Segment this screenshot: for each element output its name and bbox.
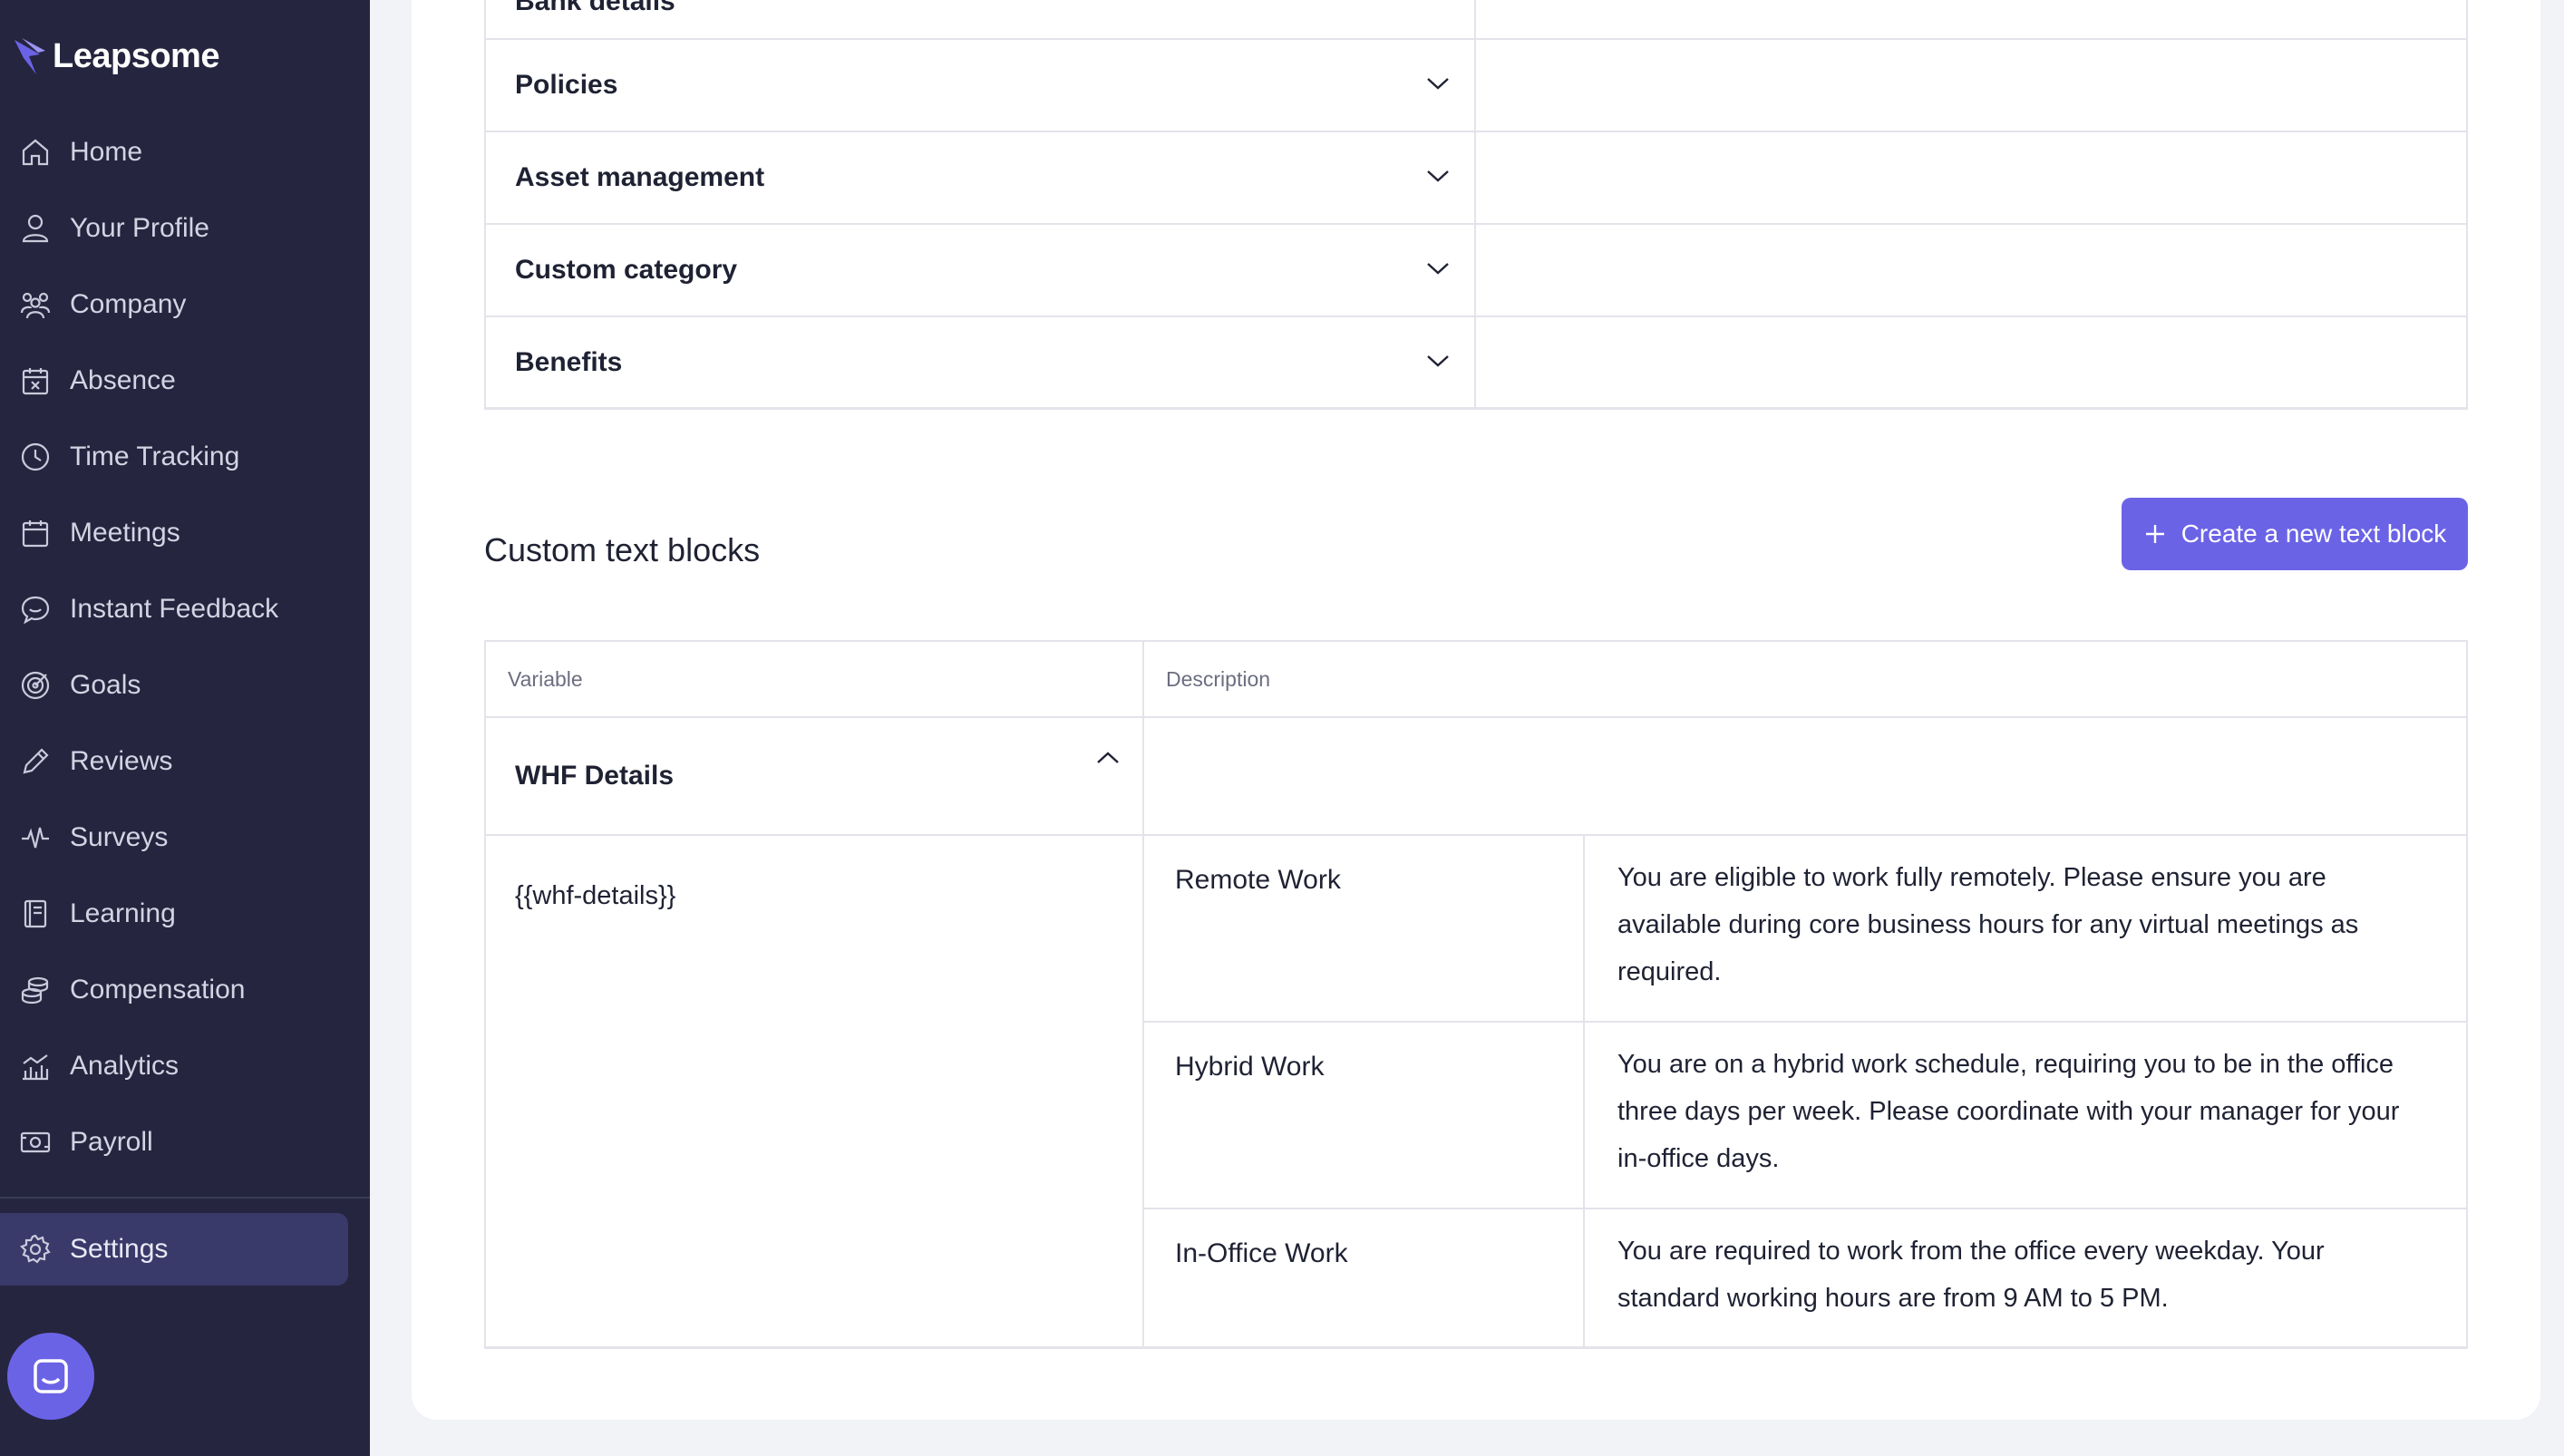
home-icon — [22, 139, 49, 166]
pulse-icon — [22, 827, 49, 849]
table-divider — [1583, 834, 1585, 1349]
sidebar-item-goals[interactable]: Goals — [0, 649, 348, 722]
book-icon — [24, 899, 47, 928]
table-divider — [486, 716, 2466, 718]
category-row-bank-details[interactable]: Bank details — [486, 0, 2466, 40]
option-description-hybrid-work: You are on a hybrid work schedule, requi… — [1617, 1050, 2400, 1173]
sidebar-divider — [0, 1197, 370, 1199]
table-divider — [486, 834, 2466, 836]
text-blocks-table: Variable Description WHF Details {{whf-d… — [484, 640, 2468, 1349]
sidebar-item-home[interactable]: Home — [0, 116, 348, 189]
clock-icon — [21, 442, 50, 471]
create-text-block-label: Create a new text block — [2180, 519, 2447, 548]
sidebar-item-your-profile[interactable]: Your Profile — [0, 192, 348, 265]
chevron-down-icon[interactable] — [1425, 352, 1451, 370]
category-row-benefits[interactable]: Benefits — [486, 315, 2466, 408]
table-divider — [1142, 642, 1144, 1349]
sidebar-item-absence[interactable]: Absence — [0, 345, 348, 417]
chevron-down-icon[interactable] — [1425, 74, 1451, 92]
chat-icon — [34, 1359, 68, 1393]
sidebar-item-analytics[interactable]: Analytics — [0, 1030, 348, 1102]
text-block-variable: {{whf-details}} — [515, 881, 676, 910]
option-name-in-office-work: In-Office Work — [1175, 1238, 1348, 1268]
sidebar-item-meetings[interactable]: Meetings — [0, 497, 348, 569]
category-row-asset-management[interactable]: Asset management — [486, 131, 2466, 223]
chevron-down-icon[interactable] — [1425, 167, 1451, 185]
sidebar-item-company[interactable]: Company — [0, 268, 348, 341]
table-divider — [1144, 1208, 2466, 1209]
create-text-block-button[interactable]: Create a new text block — [2122, 498, 2468, 570]
sidebar-item-instant-feedback[interactable]: Instant Feedback — [0, 573, 348, 645]
option-name-remote-work: Remote Work — [1175, 865, 1341, 895]
pencil-icon — [23, 748, 49, 774]
column-header-description: Description — [1166, 666, 1271, 691]
text-block-name: WHF Details — [515, 761, 675, 791]
section-title: Custom text blocks — [484, 531, 761, 568]
category-row-custom-category[interactable]: Custom category — [486, 223, 2466, 315]
sidebar-item-surveys[interactable]: Surveys — [0, 801, 348, 874]
brand-logo[interactable]: Leapsome — [13, 29, 219, 83]
gear-icon — [20, 1234, 51, 1264]
chat-bubble-icon — [21, 596, 50, 625]
sidebar-item-learning[interactable]: Learning — [0, 878, 348, 950]
category-label: Policies — [515, 70, 618, 100]
people-icon — [20, 292, 51, 319]
option-description-remote-work: You are eligible to work fully remotely.… — [1617, 863, 2359, 986]
column-header-variable: Variable — [508, 666, 583, 691]
category-row-policies[interactable]: Policies — [486, 38, 2466, 131]
option-description-in-office-work: You are required to work from the office… — [1617, 1237, 2325, 1313]
sidebar-item-time-tracking[interactable]: Time Tracking — [0, 421, 348, 493]
target-icon — [21, 671, 50, 700]
chart-icon — [23, 1054, 49, 1081]
user-icon — [22, 214, 49, 243]
sidebar-item-payroll[interactable]: Payroll — [0, 1106, 348, 1179]
calendar-x-icon — [22, 368, 49, 395]
page-background — [370, 1420, 2564, 1456]
category-label: Benefits — [515, 347, 623, 377]
sidebar: Leapsome Home Your Profile Company Absen… — [0, 0, 370, 1456]
money-icon — [20, 1131, 51, 1153]
category-label: Asset management — [515, 162, 765, 192]
category-label: Bank details — [515, 0, 675, 16]
coins-icon — [21, 976, 49, 1005]
option-name-hybrid-work: Hybrid Work — [1175, 1052, 1325, 1082]
category-table: Bank details Policies Asset management C… — [484, 0, 2468, 410]
chevron-up-icon[interactable] — [1095, 749, 1121, 767]
table-divider — [1144, 1021, 2466, 1023]
chevron-down-icon[interactable] — [1425, 259, 1451, 277]
chat-launcher-button[interactable] — [7, 1333, 94, 1420]
plus-icon — [2145, 525, 2164, 543]
sidebar-item-reviews[interactable]: Reviews — [0, 725, 348, 798]
sidebar-item-settings[interactable]: Settings — [0, 1213, 348, 1286]
sidebar-item-compensation[interactable]: Compensation — [0, 954, 348, 1026]
leapsome-bird-icon — [15, 38, 45, 74]
category-label: Custom category — [515, 255, 738, 285]
calendar-icon — [22, 520, 49, 548]
brand-name: Leapsome — [53, 36, 219, 75]
